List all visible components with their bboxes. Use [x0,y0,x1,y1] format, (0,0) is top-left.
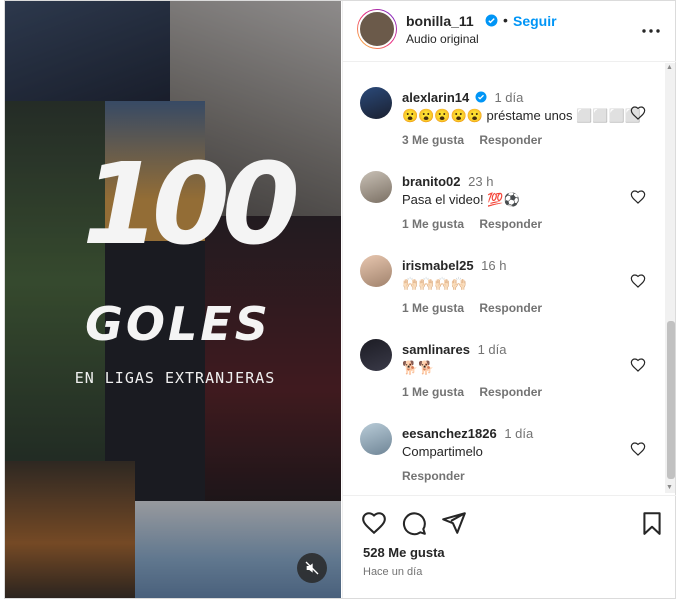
comments-list[interactable]: alexlarin14 1 día 😮😮😮😮😮 préstame unos ⬜⬜… [343,62,663,494]
commenter-avatar[interactable] [360,171,392,203]
scroll-down-arrow-icon[interactable]: ▼ [666,484,673,491]
comment-text: Compartimelo [402,444,483,459]
comment-item: eesanchez1826 1 día Compartimelo Respond… [343,423,663,494]
comment-likes[interactable]: 1 Me gusta [402,301,464,315]
post-timestamp[interactable]: Hace un día [363,566,422,578]
comment-likes[interactable]: 1 Me gusta [402,385,464,399]
commenter-avatar[interactable] [360,339,392,371]
commenter-avatar[interactable] [360,87,392,119]
headline-subtitle: EN LIGAS EXTRANJERAS [74,369,276,387]
comment-item: samlinares 1 día 🐕🐕 1 Me gusta Responder [343,339,663,419]
headline-number: 100 [82,140,300,270]
comment-time[interactable]: 23 h [468,174,493,189]
save-bookmark-icon[interactable] [639,510,665,536]
more-options-button[interactable] [639,19,663,43]
commenter-avatar[interactable] [360,423,392,455]
heart-icon[interactable] [630,441,646,457]
more-options-icon [642,29,660,33]
mute-button[interactable] [297,553,327,583]
post-actions: 528 Me gusta Hace un día [343,495,676,599]
comment-likes[interactable]: 1 Me gusta [402,217,464,231]
heart-icon[interactable] [630,105,646,121]
comment-text: 🐕🐕 [402,360,435,375]
like-heart-icon[interactable] [361,510,387,536]
scroll-up-arrow-icon[interactable]: ▲ [666,64,673,71]
reply-button[interactable]: Responder [402,469,465,483]
comment-time[interactable]: 1 día [504,426,533,441]
commenter-avatar[interactable] [360,255,392,287]
heart-icon[interactable] [630,273,646,289]
comment-time[interactable]: 16 h [481,258,506,273]
comment-text: 🙌🏻🙌🏻🙌🏻🙌🏻 [402,276,467,291]
comment-text: Pasa el video! 💯⚽ [402,192,520,207]
commenter-username[interactable]: branito02 [402,174,461,189]
post-media[interactable]: 100 GOLES EN LIGAS EXTRANJERAS [5,1,341,598]
commenter-username[interactable]: samlinares [402,342,470,357]
likes-count[interactable]: 528 Me gusta [363,545,445,560]
comment-text: 😮😮😮😮😮 préstame unos ⬜⬜⬜⬜ [402,108,641,123]
author-username[interactable]: bonilla_11 [406,13,474,29]
commenter-username[interactable]: eesanchez1826 [402,426,497,441]
comment-likes[interactable]: 3 Me gusta [402,133,464,147]
reply-button[interactable]: Responder [479,217,542,231]
post-side-panel: bonilla_11 • Seguir Audio original alexl… [342,1,676,598]
scrollbar-thumb[interactable] [667,321,675,479]
reply-button[interactable]: Responder [479,133,542,147]
comments-scrollbar[interactable]: ▲ ▼ [665,63,675,493]
reply-button[interactable]: Responder [479,301,542,315]
verified-badge-icon [475,91,487,103]
share-paper-plane-icon[interactable] [441,510,467,536]
speaker-muted-icon [305,561,319,575]
comment-time[interactable]: 1 día [478,342,507,357]
post-header: bonilla_11 • Seguir Audio original [343,1,676,62]
comment-item: branito02 23 h Pasa el video! 💯⚽ 1 Me gu… [343,171,663,251]
heart-icon[interactable] [630,357,646,373]
heart-icon[interactable] [630,189,646,205]
author-avatar[interactable] [357,9,397,49]
header-separator: • [503,12,508,28]
commenter-username[interactable]: irismabel25 [402,258,474,273]
follow-button[interactable]: Seguir [513,13,557,29]
comment-item: alexlarin14 1 día 😮😮😮😮😮 préstame unos ⬜⬜… [343,87,663,167]
reply-button[interactable]: Responder [479,385,542,399]
comment-item: irismabel25 16 h 🙌🏻🙌🏻🙌🏻🙌🏻 1 Me gusta Res… [343,255,663,335]
commenter-username[interactable]: alexlarin14 [402,90,469,105]
comment-time[interactable]: 1 día [494,90,523,105]
headline-word: GOLES [85,297,271,351]
post-modal: 100 GOLES EN LIGAS EXTRANJERAS bonilla_1… [4,0,676,599]
verified-badge-icon [485,14,498,27]
audio-label[interactable]: Audio original [406,32,479,46]
comment-bubble-icon[interactable] [401,510,427,536]
